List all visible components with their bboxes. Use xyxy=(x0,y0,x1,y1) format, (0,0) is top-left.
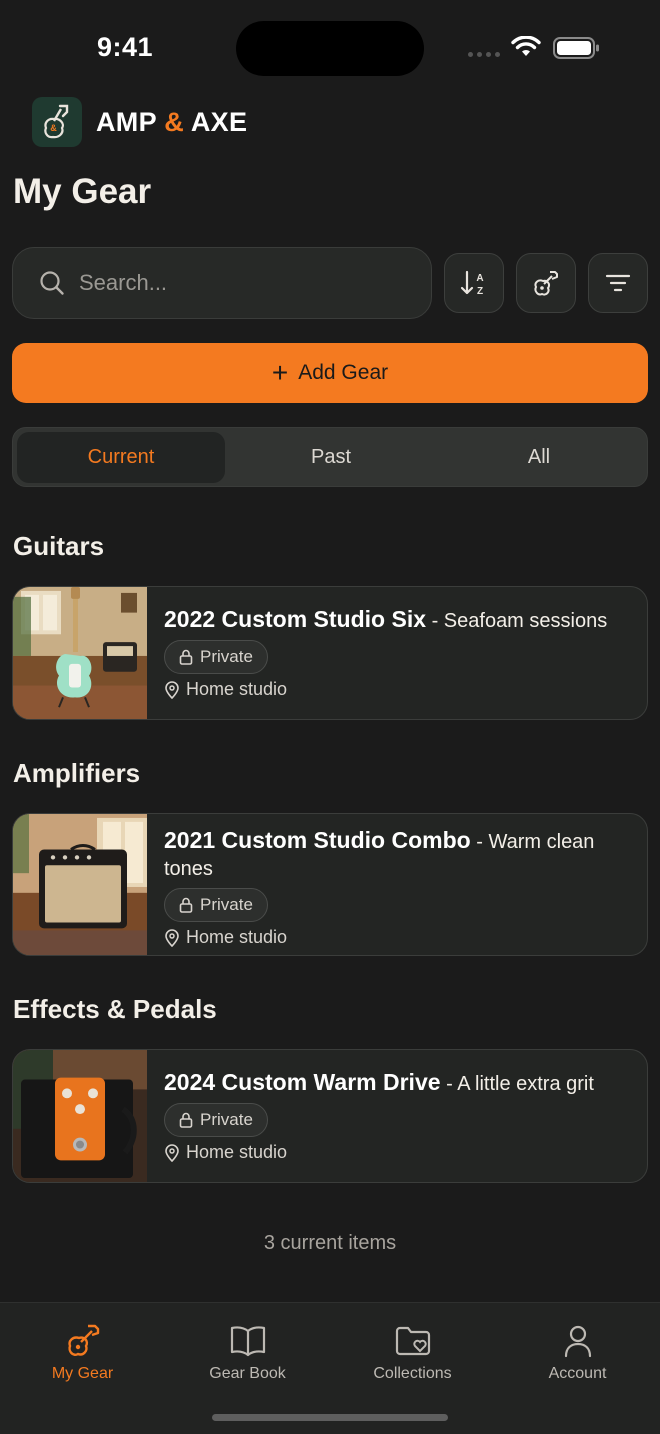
gear-name: 2022 Custom Studio Six xyxy=(164,606,427,632)
tab-label: Account xyxy=(548,1365,607,1382)
app-brand: & AMP & AXE xyxy=(32,97,247,147)
section-title-amplifiers: Amplifiers xyxy=(13,758,141,788)
book-icon xyxy=(230,1326,265,1357)
visibility-label: Private xyxy=(200,895,253,914)
plus-icon: + xyxy=(271,357,289,388)
tab-label: Collections xyxy=(373,1365,452,1382)
guitar-photo xyxy=(13,587,147,719)
location-label: Home studio xyxy=(186,927,288,947)
gear-location: Home studio xyxy=(164,1142,631,1163)
add-gear-button[interactable]: + Add Gear xyxy=(12,343,648,403)
gear-location: Home studio xyxy=(164,679,631,700)
add-gear-label: Add Gear xyxy=(298,361,389,384)
gear-card[interactable]: 2021 Custom Studio Combo - Warm clean to… xyxy=(12,813,648,956)
sort-button[interactable]: A Z xyxy=(444,253,504,313)
visibility-label: Private xyxy=(200,1110,253,1129)
search-icon xyxy=(40,271,64,295)
tab-collections[interactable]: Collections xyxy=(330,1323,495,1383)
home-indicator xyxy=(212,1414,448,1421)
gear-card[interactable]: 2022 Custom Studio Six - Seafoam session… xyxy=(12,586,648,720)
gear-name-separator: - xyxy=(470,831,489,853)
svg-text:&: & xyxy=(50,123,57,133)
visibility-label: Private xyxy=(200,647,253,666)
item-count: 3 current items xyxy=(263,1232,397,1254)
dynamic-island xyxy=(236,21,424,76)
segment-all[interactable]: All xyxy=(435,432,643,483)
tab-label: Gear Book xyxy=(209,1365,286,1382)
guitar-icon xyxy=(67,1324,99,1356)
guitar-icon xyxy=(534,271,558,296)
visibility-badge: Private xyxy=(164,1103,268,1137)
instrument-filter-button[interactable] xyxy=(516,253,576,313)
brand-name-axe: AXE xyxy=(184,106,248,137)
wifi-icon xyxy=(511,36,541,56)
lock-icon xyxy=(179,1112,193,1128)
gear-subtitle: A little extra grit xyxy=(457,1073,594,1095)
app-logo-icon: & xyxy=(32,97,82,147)
tab-label: My Gear xyxy=(51,1365,114,1382)
app-name: AMP & AXE xyxy=(96,107,247,138)
filter-button[interactable] xyxy=(588,253,648,313)
visibility-badge: Private xyxy=(164,640,268,674)
tab-gear-book[interactable]: Gear Book xyxy=(165,1323,330,1383)
gear-name: 2024 Custom Warm Drive xyxy=(164,1069,441,1095)
location-pin-icon xyxy=(165,928,179,947)
segment-current[interactable]: Current xyxy=(17,432,225,483)
filter-lines-icon xyxy=(605,274,631,292)
cellular-signal-icon xyxy=(468,52,500,57)
location-label: Home studio xyxy=(186,1142,288,1162)
status-time: 9:41 xyxy=(97,32,154,62)
lock-icon xyxy=(179,897,193,913)
section-title-effects: Effects & Pedals xyxy=(13,994,217,1024)
person-icon xyxy=(564,1325,591,1358)
location-label: Home studio xyxy=(186,679,288,699)
gear-subtitle: Seafoam sessions xyxy=(443,610,608,632)
tab-account[interactable]: Account xyxy=(495,1323,660,1383)
gear-name: 2021 Custom Studio Combo xyxy=(164,827,471,853)
gear-name-separator: - xyxy=(440,1073,458,1095)
svg-text:Z: Z xyxy=(477,286,483,297)
lock-icon xyxy=(179,649,193,665)
battery-icon xyxy=(553,37,599,59)
status-bar: 9:41 xyxy=(0,0,660,90)
location-pin-icon xyxy=(165,1143,179,1162)
visibility-badge: Private xyxy=(164,888,268,922)
location-pin-icon xyxy=(165,680,179,699)
pedal-photo xyxy=(13,1050,147,1182)
gear-name-separator: - xyxy=(426,610,444,632)
folder-heart-icon xyxy=(395,1326,430,1356)
segment-past[interactable]: Past xyxy=(227,432,435,483)
sort-az-icon: A Z xyxy=(460,270,484,297)
amp-photo xyxy=(13,814,147,955)
status-segmented-control: Current Past All xyxy=(12,427,648,487)
search-input[interactable] xyxy=(79,270,379,296)
gear-card[interactable]: 2024 Custom Warm Drive - A little extra … xyxy=(12,1049,648,1183)
section-title-guitars: Guitars xyxy=(13,531,105,561)
page-title: My Gear xyxy=(13,172,152,211)
search-field[interactable] xyxy=(12,247,432,319)
tab-my-gear[interactable]: My Gear xyxy=(0,1323,165,1383)
brand-ampersand: & xyxy=(164,106,185,137)
brand-name-amp: AMP xyxy=(96,106,165,137)
svg-text:A: A xyxy=(476,273,483,284)
gear-location: Home studio xyxy=(164,927,631,948)
